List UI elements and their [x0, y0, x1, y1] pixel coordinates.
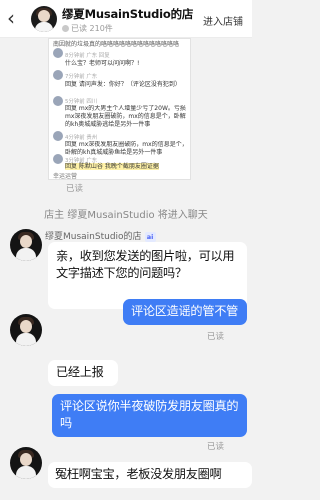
comment-text: 什么宝？老师可以问问啊？!	[65, 60, 140, 67]
ai-badge-icon: ai	[144, 232, 156, 242]
shop-status: 已读 210件	[62, 23, 113, 34]
system-message: 店主 缪夏MusainStudio 将进入聊天	[44, 210, 208, 221]
shop-name[interactable]: 缪夏MusainStudio的店	[62, 6, 193, 22]
shop-avatar[interactable]	[10, 314, 42, 346]
commenter-avatar	[53, 131, 63, 141]
message-bubble-left[interactable]: 冤枉啊宝宝，老板没发朋友圈啊	[48, 462, 252, 488]
sender-name: 缪夏MusainStudio的店 ai	[45, 229, 156, 242]
commenter-avatar	[53, 70, 63, 80]
shop-avatar[interactable]	[10, 447, 42, 479]
comment-text: 回复 陈默山谷 我晚个截朋友圈证据	[65, 163, 159, 170]
message-bubble-right[interactable]: 评论区说你半夜破防发朋友圈真的吗	[52, 394, 247, 437]
commenter-avatar	[53, 48, 63, 58]
comment-meta: 5分钟前 四川	[65, 99, 98, 105]
enter-shop-button[interactable]: 进入店铺	[203, 10, 250, 30]
comment-text: 回复 请问声发：你好？（评论区没有犯到）	[65, 81, 181, 88]
sent-screenshot-image[interactable]: 南因就的垃圾真的咯咯咯咯咯咯咯咯咯咯咯咯咯 8分钟前 广东 回复 什么宝？老师可…	[48, 38, 191, 180]
commenter-avatar	[53, 154, 63, 164]
read-receipt: 已读	[207, 442, 225, 452]
message-bubble-left[interactable]: 已经上报	[48, 360, 118, 386]
read-receipt: 已读	[207, 332, 225, 342]
shop-avatar[interactable]	[31, 6, 57, 32]
comment-text: 回复 mx的大男主个人增量少亏了20W。亏损mx深夜发朋友圈破防，mx的信息是个…	[65, 105, 186, 128]
chat-header: ‹ 缪夏MusainStudio的店 已读 210件 进入店铺	[0, 0, 252, 38]
commenter-avatar	[53, 96, 63, 106]
comment-text: 回复 mx深夜发朋友圈破防，mx的信息是个，卧解的kh真城威胁鱼给是另外一件事	[65, 141, 188, 156]
chevron-left-icon[interactable]: ‹	[7, 7, 23, 29]
online-dot-icon	[62, 25, 69, 32]
read-receipt: 已读	[66, 184, 84, 194]
screenshot-footer: 幸运运营	[53, 173, 78, 180]
comment-meta: 7分钟前 广东	[65, 74, 98, 80]
shop-avatar[interactable]	[10, 229, 42, 261]
screenshot-top-line: 南因就的垃圾真的咯咯咯咯咯咯咯咯咯咯咯咯咯	[53, 41, 180, 48]
comment-meta: 4分钟前 贵州	[65, 135, 98, 141]
comment-meta: 8分钟前 广东 回复	[65, 53, 110, 59]
shop-status-text: 已读 210件	[71, 24, 113, 33]
message-bubble-right[interactable]: 评论区造谣的管不管	[123, 299, 247, 325]
